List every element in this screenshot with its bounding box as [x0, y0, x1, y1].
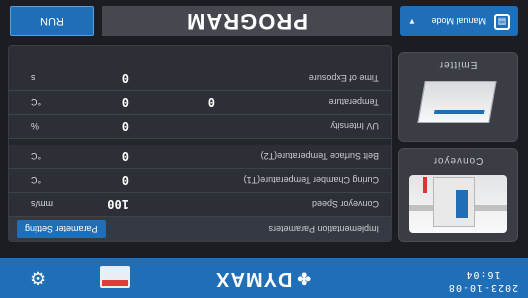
- mode-selector[interactable]: ▤ Manual Mode ▼: [400, 6, 518, 36]
- mode-label: Manual Mode: [431, 16, 486, 26]
- param-unit: mm/s: [31, 199, 53, 209]
- window-titlebar: [102, 280, 128, 286]
- date-text: 2023-10-08: [447, 282, 519, 293]
- rotated-screen: 2023-10-08 16:04 ✤DYMAX ⚙ Conveyor Emitt…: [0, 0, 528, 298]
- param-unit: %: [31, 121, 40, 131]
- emitter-strip: [433, 110, 485, 114]
- brand-mark-icon: ✤: [296, 269, 311, 286]
- conveyor-machine: [433, 177, 475, 227]
- page-title: PROGRAM: [102, 6, 392, 36]
- param-name: Belt Surface Temperature(T2): [260, 151, 379, 161]
- param-name: Conveyor Speed: [311, 199, 379, 209]
- table-row: Belt Surface Temperature(T2) 0 °C: [9, 144, 391, 169]
- param-value: 0: [121, 173, 129, 187]
- emitter-image: [409, 79, 507, 133]
- conveyor-card[interactable]: Conveyor: [398, 148, 518, 242]
- parameter-setting-button[interactable]: Parameter Setting: [17, 220, 106, 238]
- window-icon[interactable]: [100, 266, 130, 288]
- emitter-box: [417, 81, 497, 123]
- table-row: Conveyor Speed 100 mm/s: [9, 192, 391, 217]
- conveyor-window: [456, 190, 468, 218]
- time-text: 16:04: [465, 269, 501, 280]
- chevron-down-icon: ▼: [408, 17, 416, 26]
- param-unit: °C: [31, 97, 42, 107]
- table-row: UV Intensity 0 %: [9, 114, 391, 139]
- param-unit: °C: [31, 175, 42, 185]
- param-name: Curing Chamber Temperature(T1): [243, 175, 379, 185]
- datetime-display: 2023-10-08 16:04: [438, 268, 528, 294]
- conveyor-image: [409, 175, 507, 233]
- table-header-row: Implementation Parameters Parameter Sett…: [9, 217, 391, 241]
- param-value: 0: [121, 119, 129, 133]
- header-bar: ▤ Manual Mode ▼ PROGRAM RUN: [10, 6, 518, 36]
- brand-logo: ✤DYMAX: [188, 267, 338, 290]
- table-row: Curing Chamber Temperature(T1) 0 °C: [9, 168, 391, 193]
- gear-icon[interactable]: ⚙: [26, 266, 50, 290]
- param-value: 0: [121, 149, 129, 163]
- side-panel: Conveyor Emitter: [398, 47, 518, 242]
- param-unit: °C: [31, 151, 42, 161]
- section-label: Implementation Parameters: [268, 224, 379, 234]
- section-divider: [9, 139, 391, 145]
- param-name: UV Intensity: [330, 121, 379, 131]
- mode-icon: ▤: [494, 14, 510, 30]
- emitter-card[interactable]: Emitter: [398, 52, 518, 142]
- param-unit: s: [31, 73, 36, 83]
- conveyor-label: Conveyor: [432, 155, 484, 166]
- param-value: 0: [121, 71, 129, 85]
- table-row: Time of Exposure 0 s: [9, 66, 391, 91]
- table-row: Temperature 0 0 °C: [9, 90, 391, 115]
- emitter-label: Emitter: [438, 59, 478, 70]
- parameter-table: Implementation Parameters Parameter Sett…: [8, 45, 392, 242]
- param-value: 0: [121, 95, 129, 109]
- footer-bar: 2023-10-08 16:04 ✤DYMAX ⚙: [0, 258, 528, 298]
- brand-name: DYMAX: [215, 268, 293, 290]
- run-button[interactable]: RUN: [10, 6, 94, 36]
- param-value: 100: [107, 197, 129, 211]
- param-name: Time of Exposure: [308, 73, 379, 83]
- signal-lamp: [423, 177, 427, 193]
- param-value-secondary: 0: [207, 95, 215, 109]
- param-name: Temperature: [328, 97, 379, 107]
